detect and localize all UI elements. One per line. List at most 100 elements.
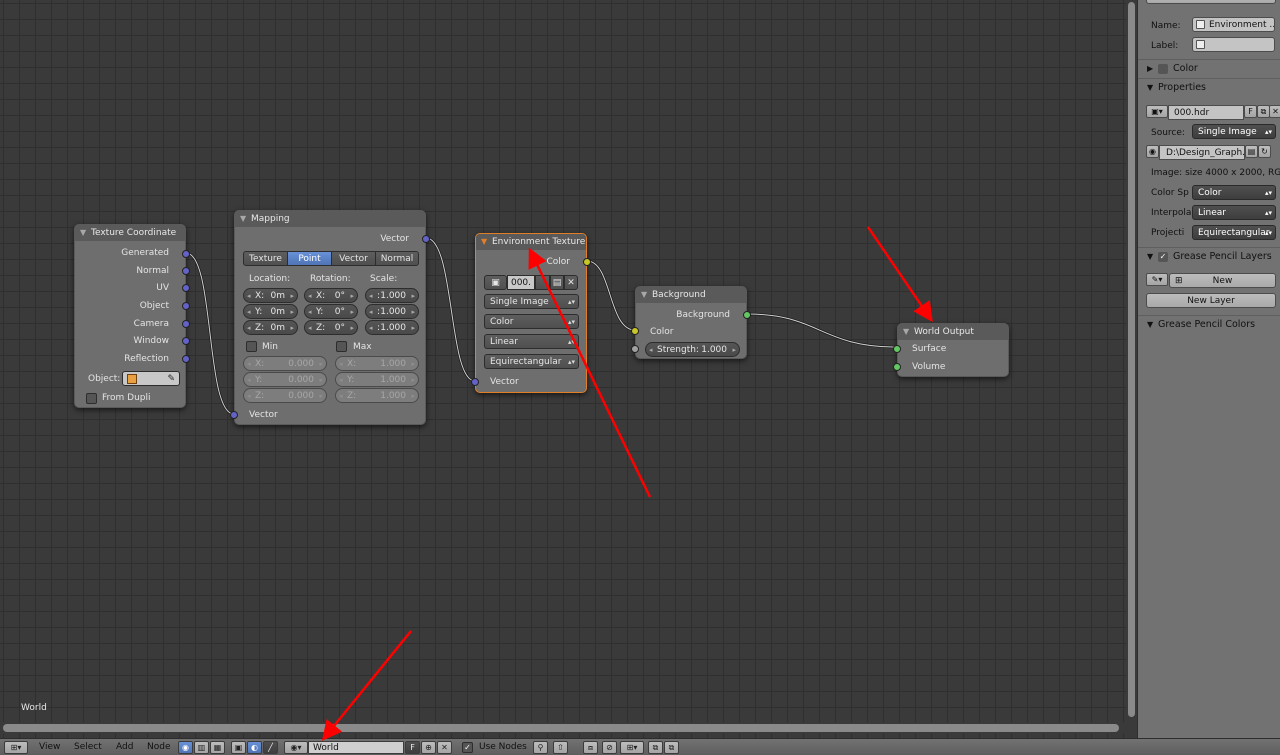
rotation-y-field[interactable]: ◂ Y: 0° ▸ [304, 304, 358, 319]
menu-add[interactable]: Add [116, 739, 133, 755]
texture-nodes-icon[interactable]: ▦ [210, 741, 225, 754]
new-gp-button[interactable]: ⊞ New [1169, 273, 1276, 288]
max-checkbox[interactable] [336, 341, 347, 352]
world-unlink-icon[interactable]: ✕ [437, 741, 452, 754]
menu-node[interactable]: Node [147, 739, 171, 755]
use-nodes-checkbox[interactable]: ✓ [462, 742, 473, 753]
top-partial-button[interactable] [1146, 0, 1276, 4]
node-header[interactable]: ▼ World Output [898, 324, 1008, 340]
socket-vector-in[interactable] [471, 378, 479, 386]
color-space-dropdown[interactable]: Color ▴▾ [484, 314, 579, 329]
socket-volume-in[interactable] [893, 363, 901, 371]
object-picker-field[interactable]: ✎ [122, 371, 180, 386]
editor-type-icon[interactable]: ⊞▾ [4, 741, 28, 754]
interpolation-dropdown[interactable]: Linear ▴▾ [1192, 205, 1276, 220]
from-dupli-checkbox[interactable] [86, 393, 97, 404]
parent-node-tree-icon[interactable]: ⇧ [553, 741, 568, 754]
folder-icon[interactable]: ▤ [1245, 145, 1258, 158]
eyedropper-icon[interactable]: ✎ [167, 372, 175, 385]
mode-point-button[interactable]: Point [287, 251, 332, 266]
scale-x-field[interactable]: ◂:1.000 ▸ [365, 288, 419, 303]
socket-window[interactable] [182, 337, 190, 345]
world-output-node[interactable]: ▼ World Output Surface Volume [893, 323, 1009, 377]
world-shader-icon[interactable]: ◐ [247, 741, 262, 754]
socket-surface-in[interactable] [893, 345, 901, 353]
scrollbar-thumb[interactable] [3, 724, 1119, 732]
image-browse-button[interactable]: ▣▾ [1146, 105, 1168, 118]
node-name-field[interactable]: Environment ... [1192, 17, 1275, 32]
socket-color-in[interactable] [631, 327, 639, 335]
node-header[interactable]: ▼ Environment Texture [476, 234, 586, 250]
projection-dropdown[interactable]: Equirectangular ▴▾ [484, 354, 579, 369]
object-shader-icon[interactable]: ▣ [231, 741, 246, 754]
world-browse-icon[interactable]: ◉▾ [284, 741, 308, 754]
image-fake-user-button[interactable] [535, 275, 550, 290]
socket-vector-in[interactable] [230, 411, 238, 419]
socket-strength-in[interactable] [631, 345, 639, 353]
scrollbar-thumb[interactable] [1128, 2, 1135, 717]
min-checkbox[interactable] [246, 341, 257, 352]
location-z-field[interactable]: ◂ Z: 0m ▸ [243, 320, 298, 335]
collapse-triangle-icon[interactable]: ▼ [641, 287, 647, 303]
socket-background-out[interactable] [743, 311, 751, 319]
linestyle-shader-icon[interactable]: ╱ [263, 741, 278, 754]
socket-generated[interactable] [182, 250, 190, 258]
texture-coordinate-node[interactable]: ▼ Texture Coordinate Generated Normal UV… [74, 224, 190, 408]
mode-vector-button[interactable]: Vector [331, 251, 376, 266]
snap-toggle-icon[interactable]: ⊘ [602, 741, 617, 754]
location-y-field[interactable]: ◂ Y: 0m ▸ [243, 304, 298, 319]
mode-texture-button[interactable]: Texture [243, 251, 288, 266]
compositing-nodes-icon[interactable]: ▥ [194, 741, 209, 754]
unlink-image-icon[interactable]: ✕ [1269, 105, 1280, 118]
socket-vector-out[interactable] [422, 235, 430, 243]
socket-camera[interactable] [182, 320, 190, 328]
source-dropdown[interactable]: Single Image ▴▾ [484, 294, 579, 309]
world-new-icon[interactable]: ⊕ [421, 741, 436, 754]
socket-normal[interactable] [182, 267, 190, 275]
min-z-field[interactable]: ◂ Z: 0.000 ▸ [243, 388, 327, 403]
socket-uv[interactable] [182, 284, 190, 292]
image-name-field[interactable]: 000. [507, 275, 535, 290]
max-x-field[interactable]: ◂ X: 1.000 ▸ [335, 356, 419, 371]
filepath-field[interactable]: D:\Design_Graph... [1159, 145, 1245, 160]
shader-nodes-icon[interactable]: ◉ [178, 741, 193, 754]
colorspace-dropdown[interactable]: Color ▴▾ [1192, 185, 1276, 200]
interpolation-dropdown[interactable]: Linear ▴▾ [484, 334, 579, 349]
copy-nodes-icon[interactable]: ⧉ [648, 741, 663, 754]
world-fake-user-button[interactable]: F [405, 741, 420, 754]
collapse-triangle-icon[interactable]: ▼ [80, 225, 86, 241]
mode-normal-button[interactable]: Normal [375, 251, 419, 266]
location-x-field[interactable]: ◂ X: 0m ▸ [243, 288, 298, 303]
menu-select[interactable]: Select [74, 739, 102, 755]
mapping-node[interactable]: ▼ Mapping Vector Texture Point Vector No… [230, 210, 430, 425]
rotation-z-field[interactable]: ◂ Z: 0° ▸ [304, 320, 358, 335]
backdrop-icon[interactable]: ⧈ [583, 741, 598, 754]
color-toggle-checkbox[interactable] [1158, 64, 1168, 74]
grease-pencil-layers-header[interactable]: ▼ ✓ Grease Pencil Layers [1138, 247, 1280, 265]
collapse-triangle-icon[interactable]: ▼ [240, 211, 246, 227]
paste-nodes-icon[interactable]: ⧉ [664, 741, 679, 754]
vertical-scrollbar[interactable] [1126, 0, 1137, 738]
max-z-field[interactable]: ◂ Z: 1.000 ▸ [335, 388, 419, 403]
gp-layers-checkbox[interactable]: ✓ [1158, 252, 1168, 262]
collapse-triangle-icon[interactable]: ▼ [903, 324, 909, 340]
scale-z-field[interactable]: ◂:1.000 ▸ [365, 320, 419, 335]
world-name-field[interactable]: World [308, 741, 404, 754]
color-section-header[interactable]: ▶ Color [1138, 59, 1280, 77]
node-header[interactable]: ▼ Texture Coordinate [75, 225, 185, 241]
environment-texture-node[interactable]: ▼ Environment Texture Color ▣ 000. ▤ ✕ S… [471, 233, 591, 393]
snap-element-icon[interactable]: ⊞▾ [620, 741, 644, 754]
grease-pencil-colors-header[interactable]: ▼ Grease Pencil Colors [1138, 315, 1280, 333]
pack-icon[interactable]: ◉ [1146, 145, 1159, 158]
strength-field[interactable]: ◂ Strength: 1.000 ▸ [645, 342, 740, 357]
image-browse-button[interactable]: ▣ [484, 275, 507, 290]
node-header[interactable]: ▼ Mapping [235, 211, 425, 227]
min-y-field[interactable]: ◂ Y: 0.000 ▸ [243, 372, 327, 387]
min-x-field[interactable]: ◂ X: 0.000 ▸ [243, 356, 327, 371]
image-name-field[interactable]: 000.hdr [1168, 105, 1244, 120]
scale-y-field[interactable]: ◂:1.000 ▸ [365, 304, 419, 319]
background-node[interactable]: ▼ Background Background Color ◂ Strength:… [631, 286, 751, 359]
horizontal-scrollbar[interactable] [0, 722, 1126, 734]
pencil-browse-icon[interactable]: ✎▾ [1146, 273, 1168, 286]
open-image-icon[interactable]: ▤ [550, 275, 564, 290]
